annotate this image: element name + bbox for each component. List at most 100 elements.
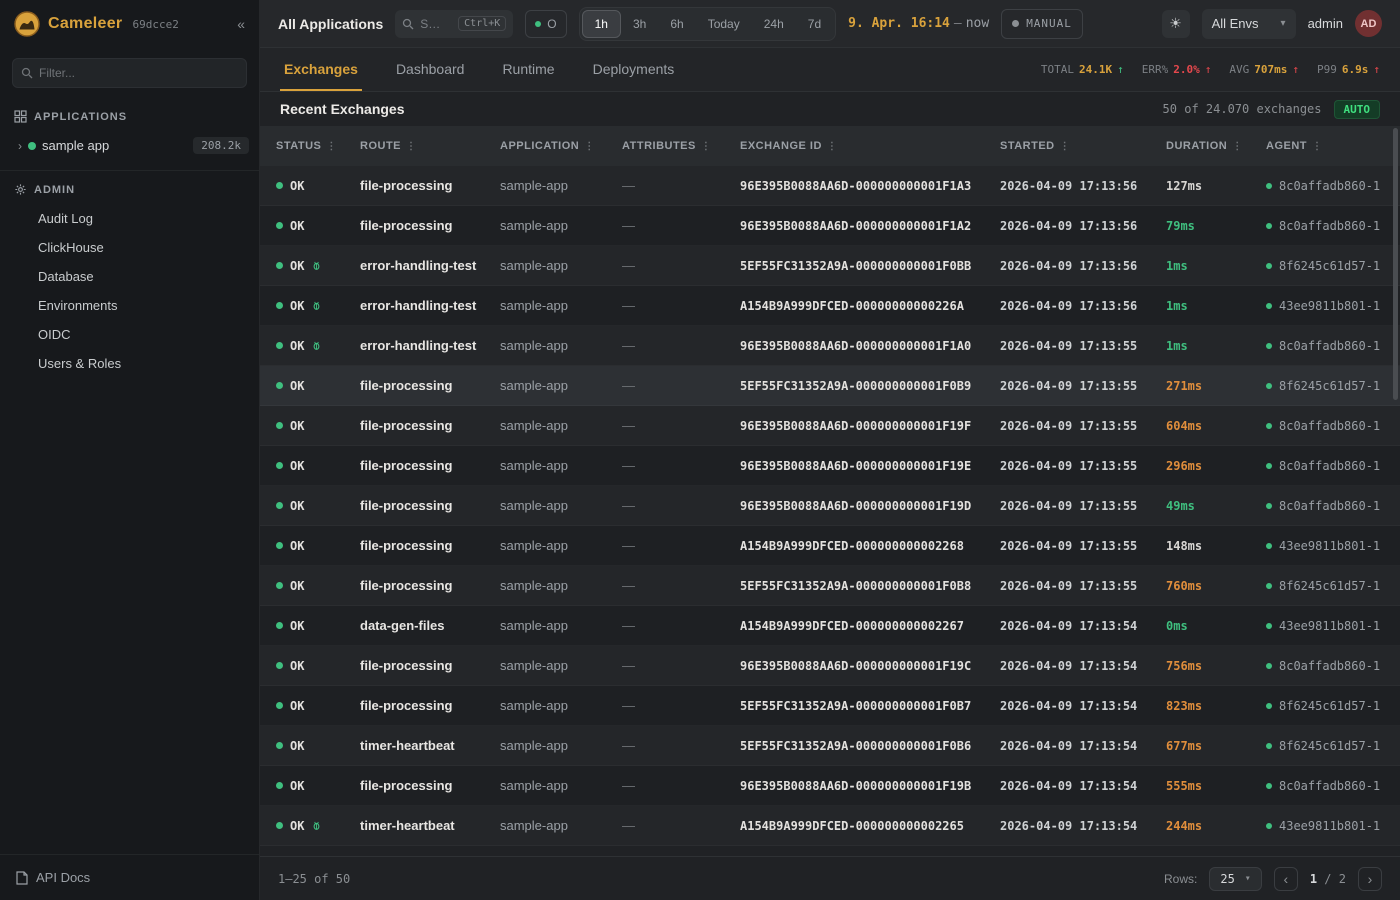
application-cell: sample-app (500, 658, 622, 673)
started-cell: 2026-04-09 17:13:55 (1000, 579, 1166, 593)
page-indicator: 1 / 2 (1310, 872, 1346, 886)
rows-per-page-label: Rows: (1164, 872, 1197, 886)
column-header-agent[interactable]: AGENT⋮ (1266, 140, 1384, 152)
tab-exchanges[interactable]: Exchanges (280, 48, 362, 91)
sidebar-filter[interactable] (12, 58, 247, 88)
started-cell: 2026-04-09 17:13:55 (1000, 499, 1166, 513)
applications-section-label: APPLICATIONS (34, 111, 127, 123)
sort-icon: ⋮ (326, 141, 337, 152)
api-docs-link[interactable]: API Docs (0, 854, 259, 900)
duration-cell: 148ms (1166, 539, 1266, 553)
stat-err: ERR% 2.0% ↑ (1142, 63, 1212, 76)
bug-icon (311, 340, 322, 351)
column-header-exchange-id[interactable]: EXCHANGE ID⋮ (740, 140, 1000, 152)
agent-cell: 8c0affadb860-1 (1266, 659, 1384, 673)
time-range-7d[interactable]: 7d (796, 10, 833, 38)
sidebar-item-database[interactable]: Database (0, 262, 259, 291)
time-range-24h[interactable]: 24h (752, 10, 796, 38)
started-cell: 2026-04-09 17:13:56 (1000, 179, 1166, 193)
tab-runtime[interactable]: Runtime (498, 48, 558, 91)
filter-input[interactable] (39, 66, 238, 80)
sidebar: Cameleer 69dcce2 « APPLICATIONS › sample… (0, 0, 260, 900)
sidebar-item-sample-app[interactable]: › sample app 208.2k (0, 131, 259, 160)
sidebar-collapse-icon[interactable]: « (237, 16, 245, 32)
global-search[interactable]: S… Ctrl+K (395, 10, 513, 38)
table-row[interactable]: OKfile-processingsample-app—96E395B0088A… (260, 766, 1400, 806)
time-range-today[interactable]: Today (696, 10, 752, 38)
exchange-id-cell: 96E395B0088AA6D-000000000001F1A0 (740, 339, 1000, 353)
table-row[interactable]: OKfile-processingsample-app—5EF55FC31352… (260, 366, 1400, 406)
avatar[interactable]: AD (1355, 10, 1382, 37)
agent-cell: 8c0affadb860-1 (1266, 499, 1384, 513)
time-range-6h[interactable]: 6h (658, 10, 695, 38)
env-select[interactable]: All Envs ▾ (1202, 9, 1296, 39)
theme-toggle-button[interactable]: ☀ (1162, 10, 1190, 38)
gear-icon (14, 183, 27, 196)
column-header-attributes[interactable]: ATTRIBUTES⋮ (622, 140, 740, 152)
table-row[interactable]: OKdata-gen-filessample-app—A154B9A999DFC… (260, 606, 1400, 646)
table-row[interactable]: OKfile-processingsample-app—96E395B0088A… (260, 166, 1400, 206)
app-name-label: sample app (42, 138, 109, 153)
table-row[interactable]: OKfile-processingsample-app—5EF55FC31352… (260, 566, 1400, 606)
search-shortcut-kbd: Ctrl+K (458, 16, 506, 31)
duration-cell: 1ms (1166, 259, 1266, 273)
table-row[interactable]: OKfile-processingsample-app—5EF55FC31352… (260, 686, 1400, 726)
sort-icon: ⋮ (1312, 141, 1323, 152)
status-cell: OK (276, 379, 360, 393)
duration-cell: 1ms (1166, 299, 1266, 313)
table-row[interactable]: OKfile-processingsample-app—96E395B0088A… (260, 406, 1400, 446)
table-row[interactable]: OKerror-handling-testsample-app—A154B9A9… (260, 286, 1400, 326)
scrollbar-thumb[interactable] (1393, 128, 1398, 400)
agent-dot-icon (1266, 263, 1272, 269)
manual-refresh-toggle[interactable]: MANUAL (1001, 9, 1083, 39)
table-row[interactable]: OKfile-processingsample-app—96E395B0088A… (260, 646, 1400, 686)
column-header-application[interactable]: APPLICATION⋮ (500, 140, 622, 152)
tab-dashboard[interactable]: Dashboard (392, 48, 469, 91)
attributes-cell: — (622, 698, 740, 713)
table-row[interactable]: OKtimer-heartbeatsample-app—5EF55FC31352… (260, 726, 1400, 766)
applications-section-header: APPLICATIONS (0, 102, 259, 131)
sidebar-item-audit-log[interactable]: Audit Log (0, 204, 259, 233)
auto-refresh-badge[interactable]: AUTO (1334, 100, 1381, 119)
online-toggle[interactable]: O (525, 10, 566, 38)
agent-cell: 43ee9811b801-1 (1266, 619, 1384, 633)
table-row[interactable]: OKfile-processingsample-app—96E395B0088A… (260, 206, 1400, 246)
column-header-duration[interactable]: DURATION⋮ (1166, 140, 1266, 152)
application-cell: sample-app (500, 178, 622, 193)
duration-cell: 677ms (1166, 739, 1266, 753)
prev-page-button[interactable]: ‹ (1274, 867, 1298, 891)
exchange-id-cell: A154B9A999DFCED-00000000000226A (740, 299, 1000, 313)
attributes-cell: — (622, 338, 740, 353)
time-range-1h[interactable]: 1h (582, 10, 621, 38)
column-header-status[interactable]: STATUS⋮ (276, 140, 360, 152)
duration-cell: 823ms (1166, 699, 1266, 713)
table-row[interactable]: OKtimer-heartbeatsample-app—A154B9A999DF… (260, 806, 1400, 846)
table-row[interactable]: OKfile-processingsample-app—96E395B0088A… (260, 446, 1400, 486)
next-page-button[interactable]: › (1358, 867, 1382, 891)
rows-per-page-select[interactable]: 25 ▾ (1209, 867, 1261, 891)
route-cell: file-processing (360, 378, 500, 393)
column-header-started[interactable]: STARTED⋮ (1000, 140, 1166, 152)
chevron-right-icon[interactable]: › (18, 139, 22, 153)
started-cell: 2026-04-09 17:13:55 (1000, 419, 1166, 433)
table-row[interactable]: OKerror-handling-testsample-app—5EF55FC3… (260, 246, 1400, 286)
trend-up-icon: ↑ (1117, 63, 1124, 76)
attributes-cell: — (622, 298, 740, 313)
sidebar-item-users-roles[interactable]: Users & Roles (0, 349, 259, 378)
sidebar-item-oidc[interactable]: OIDC (0, 320, 259, 349)
attributes-cell: — (622, 658, 740, 673)
trend-up-icon: ↑ (1292, 63, 1299, 76)
time-range-3h[interactable]: 3h (621, 10, 658, 38)
column-header-route[interactable]: ROUTE⋮ (360, 140, 500, 152)
status-cell: OK (276, 819, 360, 833)
tab-deployments[interactable]: Deployments (589, 48, 679, 91)
sort-icon: ⋮ (701, 141, 712, 152)
table-row[interactable]: OKfile-processingsample-app—96E395B0088A… (260, 486, 1400, 526)
table-row[interactable]: OKerror-handling-testsample-app—96E395B0… (260, 326, 1400, 366)
exchange-id-cell: 5EF55FC31352A9A-000000000001F0B9 (740, 379, 1000, 393)
sidebar-item-clickhouse[interactable]: ClickHouse (0, 233, 259, 262)
bug-icon (311, 300, 322, 311)
date-range-display[interactable]: 9. Apr. 16:14–now (848, 16, 989, 31)
sidebar-item-environments[interactable]: Environments (0, 291, 259, 320)
table-row[interactable]: OKfile-processingsample-app—A154B9A999DF… (260, 526, 1400, 566)
